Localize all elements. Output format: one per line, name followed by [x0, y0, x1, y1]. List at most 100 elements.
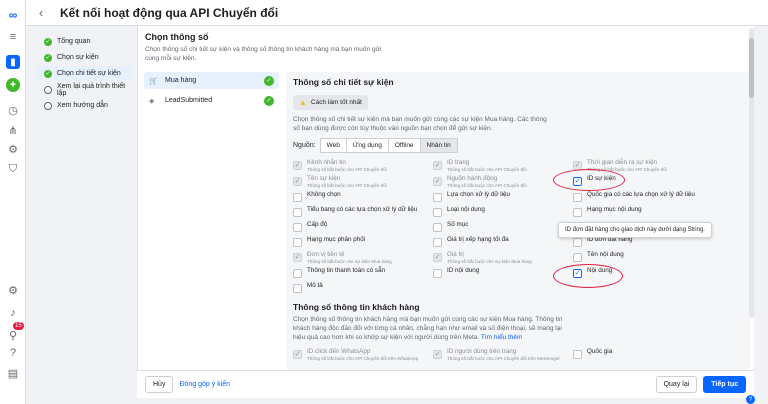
- cancel-button[interactable]: Hủy: [145, 376, 174, 393]
- main-panel: Chọn thông số Chọn thông số chi tiết sự …: [137, 26, 754, 370]
- section-title: Chọn thông số: [145, 32, 209, 42]
- check-icon: ✓: [44, 69, 52, 78]
- checkbox: ✓: [433, 177, 442, 186]
- checkbox[interactable]: [293, 269, 302, 278]
- parameter-option[interactable]: ✓ Nguồn hành động Thông số bắt buộc cho AP…: [433, 175, 569, 191]
- checkbox[interactable]: [573, 253, 582, 262]
- step-overview[interactable]: ✓ Tổng quan: [36, 34, 132, 49]
- parameter-option[interactable]: Thông tin thanh toán có sẵn: [293, 267, 429, 282]
- step-review-setup[interactable]: Xem lại quá trình thiết lập: [36, 82, 132, 97]
- parameter-option[interactable]: ID đơn đặt hàng: [573, 236, 709, 251]
- parameter-option[interactable]: Số mục: [433, 221, 569, 236]
- settings-icon[interactable]: ⚙: [6, 142, 20, 156]
- parameter-option[interactable]: Tiểu bang có các lựa chọn xử lý dữ liệu: [293, 206, 429, 221]
- parameter-option[interactable]: Quốc gia có các lựa chọn xử lý dữ liệu: [573, 191, 709, 206]
- parameter-option[interactable]: ✓ Kênh nhắn tin Thông số bắt buộc cho API …: [293, 159, 429, 175]
- parameter-option[interactable]: Không chọn: [293, 191, 429, 206]
- parameter-label: Hạng mục phân phối: [307, 236, 366, 243]
- step-view-guide[interactable]: Xem hướng dẫn: [36, 98, 132, 113]
- parameter-label: ID người dùng trên trang: [447, 348, 517, 355]
- checkbox[interactable]: [293, 193, 302, 202]
- parameter-option[interactable]: ✓ ID trang Thông số bắt buộc cho API Chuyể…: [433, 159, 569, 175]
- params-description: Chọn thông số chi tiết sự kiện mà bạn mu…: [293, 116, 547, 132]
- parameter-option[interactable]: ID nội dung: [433, 267, 569, 282]
- checkbox[interactable]: [573, 350, 582, 359]
- checkbox[interactable]: [573, 193, 582, 202]
- checkbox[interactable]: [433, 208, 442, 217]
- source-tab-web[interactable]: Web: [319, 138, 347, 153]
- help-icon[interactable]: ?: [6, 346, 20, 360]
- parameter-option[interactable]: ✓ ID người dùng trên trang Thông số bắt bu…: [433, 348, 569, 364]
- source-tab-offline[interactable]: Offline: [387, 138, 421, 153]
- parameter-option[interactable]: ✓ Giá trị Thông số bắt buộc cho sự kiện Mu…: [433, 251, 569, 267]
- event-purchase[interactable]: 🛒 Mua hàng ✓: [144, 72, 279, 89]
- checkbox[interactable]: [433, 193, 442, 202]
- checkbox[interactable]: [573, 208, 582, 217]
- parameter-label: Cấp độ: [307, 221, 328, 228]
- parameter-option[interactable]: Lựa chọn xử lý dữ liệu: [433, 191, 569, 206]
- checkbox[interactable]: [293, 238, 302, 247]
- parameter-option[interactable]: Quốc gia: [573, 348, 709, 363]
- check-icon: ✓: [44, 37, 52, 46]
- event-list: 🛒 Mua hàng ✓ ◈ LeadSubmitted ✓: [144, 72, 279, 112]
- parameter-label: Không chọn: [307, 191, 341, 198]
- add-icon[interactable]: +: [6, 78, 20, 92]
- back-button[interactable]: Quay lại: [655, 376, 698, 393]
- step-choose-events[interactable]: ✓ Chọn sự kiện: [36, 50, 132, 65]
- source-tab-messaging[interactable]: Nhân tin: [419, 138, 458, 153]
- parameter-option[interactable]: Loại nội dung: [433, 206, 569, 221]
- business-page-icon[interactable]: ▮: [6, 55, 20, 69]
- source-selector: Nguồn: Web Ứng dụng Offline Nhân tin: [293, 138, 743, 153]
- checkbox[interactable]: [293, 223, 302, 232]
- checkbox: ✓: [293, 161, 302, 170]
- checkbox: ✓: [293, 253, 302, 262]
- parameter-option[interactable]: ✓ Tên sự kiện Thông số bắt buộc cho API Ch…: [293, 175, 429, 191]
- parameter-option[interactable]: ✓ ID click đến WhatsApp Thông số bắt buộc …: [293, 348, 429, 364]
- checkbox[interactable]: [433, 269, 442, 278]
- scrollbar[interactable]: [749, 28, 754, 318]
- best-practice-badge[interactable]: ▲ Cách làm tốt nhất: [293, 95, 368, 110]
- parameter-label: Hạng mục nội dung: [587, 206, 642, 213]
- gear-icon[interactable]: ⚙: [6, 283, 20, 297]
- parameter-label: Kênh nhắn tin: [307, 159, 346, 166]
- checkbox[interactable]: [293, 208, 302, 217]
- parameter-label: Lựa chọn xử lý dữ liệu: [447, 191, 511, 198]
- checkbox[interactable]: [293, 284, 302, 293]
- parameter-option[interactable]: Hạng mục phân phối: [293, 236, 429, 251]
- feedback-link[interactable]: Đóng góp ý kiến: [179, 381, 230, 388]
- meta-logo-icon[interactable]: ∞: [6, 8, 20, 22]
- event-lead-submitted[interactable]: ◈ LeadSubmitted ✓: [144, 92, 279, 109]
- parameter-label: ID nội dung: [447, 267, 480, 274]
- customer-description: Chọn thông số thông tin khách hàng mà bạ…: [293, 316, 563, 341]
- parameter-option[interactable]: Cấp độ: [293, 221, 429, 236]
- step-choose-event-details[interactable]: ✓ Chọn chi tiết sự kiện: [36, 66, 132, 81]
- source-tab-app[interactable]: Ứng dụng: [345, 138, 389, 153]
- checkbox[interactable]: [573, 238, 582, 247]
- parameter-option[interactable]: Hạng mục nội dung: [573, 206, 709, 221]
- bell-icon[interactable]: ♪: [6, 306, 20, 320]
- checkbox: ✓: [433, 161, 442, 170]
- parameter-option[interactable]: Giá trị xếp hạng tối đa: [433, 236, 569, 251]
- help-bubble-icon[interactable]: ?: [746, 395, 755, 404]
- top-bar: ‹ Kết nối hoạt động qua API Chuyển đổi: [26, 0, 768, 26]
- checkbox[interactable]: [433, 238, 442, 247]
- parameter-label: Tên sự kiện: [307, 175, 341, 182]
- search-icon[interactable]: ⚲: [6, 328, 20, 342]
- event-parameters: Thông số chi tiết sự kiện ▲ Cách làm tốt…: [286, 72, 750, 370]
- parameter-option[interactable]: Mô tả: [293, 282, 429, 297]
- back-arrow-icon[interactable]: ‹: [26, 5, 56, 20]
- menu-icon[interactable]: ≡: [6, 30, 20, 44]
- dashboard-icon[interactable]: ◷: [6, 103, 20, 117]
- parameter-option[interactable]: ✓ Đơn vị tiền tệ Thông số bắt buộc cho sự …: [293, 251, 429, 267]
- continue-button[interactable]: Tiếp tục: [703, 376, 746, 393]
- tooltip: ID đơn đặt hàng cho giao dịch này dưới d…: [558, 222, 712, 238]
- network-icon[interactable]: ⋔: [6, 123, 20, 137]
- reports-icon[interactable]: ▤: [6, 366, 20, 380]
- circle-icon: [44, 101, 52, 110]
- checkbox[interactable]: [433, 223, 442, 232]
- shop-icon[interactable]: ⛉: [6, 162, 20, 176]
- parameter-sublabel: Thông số bắt buộc cho API Chuyển đổi trê…: [447, 356, 560, 361]
- customer-title: Thông số thông tin khách hàng: [293, 302, 420, 312]
- scrollbar-thumb[interactable]: [749, 38, 754, 98]
- learn-more-link[interactable]: Tìm hiểu thêm: [481, 334, 523, 341]
